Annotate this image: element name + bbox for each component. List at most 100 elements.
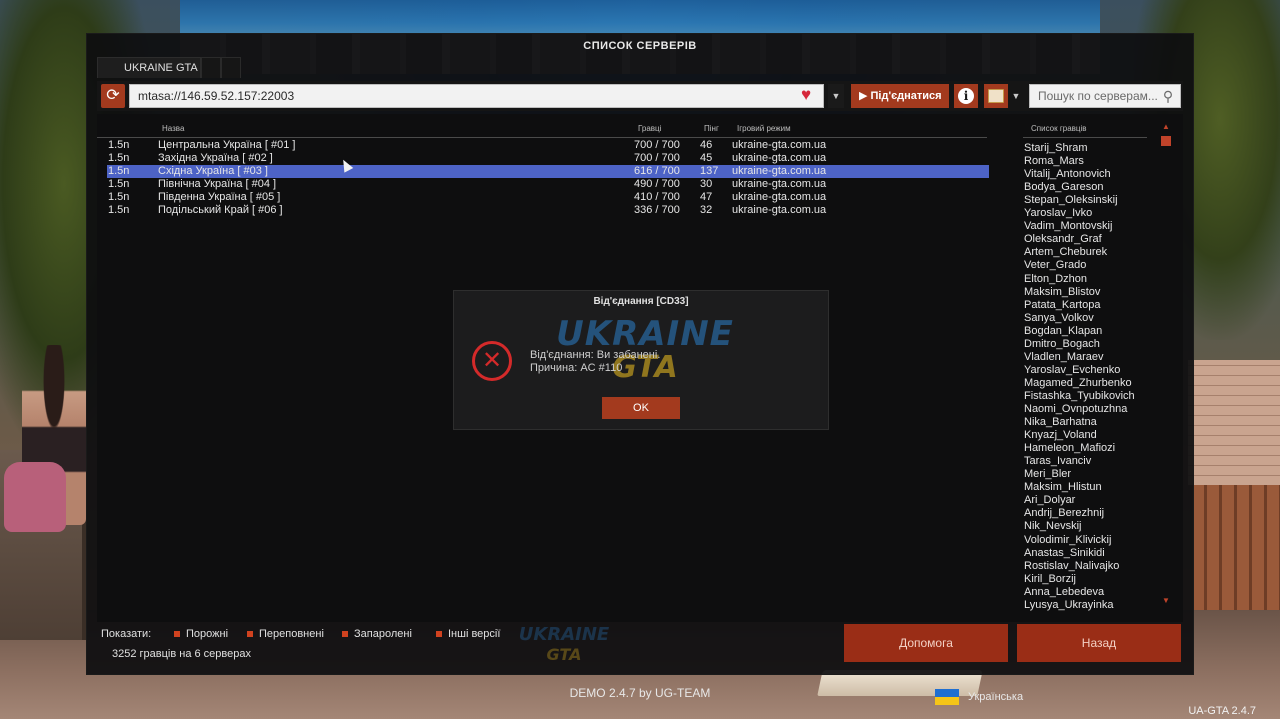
server-row-selected[interactable]: 1.5n Східна Україна [ #03 ] 616 / 700 13…: [107, 165, 989, 178]
scroll-up-arrow-icon[interactable]: ▲: [1161, 122, 1171, 132]
player-name[interactable]: Anastas_Sinikidi: [1024, 547, 1105, 560]
filters-label: Показати:: [101, 628, 152, 640]
open-dropdown-button[interactable]: ▼: [1010, 84, 1022, 108]
player-name[interactable]: Elton_Dzhon: [1024, 273, 1087, 286]
server-version: 1.5n: [108, 191, 130, 203]
player-name[interactable]: Magamed_Zhurbenko: [1024, 377, 1132, 390]
player-name[interactable]: Maksim_Blistov: [1024, 286, 1100, 299]
players-scrollbar[interactable]: ▲ ▼: [1161, 122, 1171, 606]
player-name[interactable]: Naomi_Ovnpotuzhna: [1024, 403, 1127, 416]
search-icon[interactable]: ⚲: [1160, 88, 1176, 104]
server-players: 410 / 700: [634, 191, 680, 203]
players-list: Список гравців Starij_Shram Roma_Mars Vita…: [1023, 124, 1147, 618]
scroll-down-arrow-icon[interactable]: ▼: [1161, 596, 1171, 606]
heart-icon[interactable]: ♥: [795, 84, 817, 106]
server-ping: 47: [700, 191, 713, 203]
ok-button[interactable]: OK: [602, 397, 680, 419]
server-row[interactable]: 1.5n Західна Україна [ #02 ] 700 / 700 4…: [107, 152, 989, 165]
player-name[interactable]: Taras_Ivanciv: [1024, 455, 1091, 468]
player-name[interactable]: Vitalij_Antonovich: [1024, 168, 1111, 181]
player-name[interactable]: Anna_Lebedeva: [1024, 586, 1104, 599]
player-name[interactable]: Volodimir_Klivickij: [1024, 534, 1111, 547]
info-icon: i: [958, 88, 974, 104]
player-name[interactable]: Artem_Cheburek: [1024, 246, 1107, 259]
search-placeholder: Пошук по серверам...: [1038, 89, 1158, 103]
back-button[interactable]: Назад: [1017, 624, 1181, 662]
scroll-thumb[interactable]: [1161, 136, 1171, 146]
server-row[interactable]: 1.5n Центральна Україна [ #01 ] 700 / 70…: [107, 139, 989, 152]
filter-passworded-checkbox[interactable]: Запаролені: [342, 628, 412, 640]
player-name[interactable]: Fistashka_Tyubikovich: [1024, 390, 1135, 403]
language-selector[interactable]: Українська: [968, 691, 1023, 703]
column-ping[interactable]: Пінг: [704, 124, 719, 133]
dialog-message-line-1: Від'єднання: Ви забанені.: [530, 349, 661, 361]
info-button[interactable]: i: [954, 84, 978, 108]
server-ping: 30: [700, 178, 713, 190]
player-name[interactable]: Sanya_Volkov: [1024, 312, 1094, 325]
column-players[interactable]: Гравці: [638, 124, 661, 133]
server-row[interactable]: 1.5n Північна Україна [ #04 ] 490 / 700 …: [107, 178, 989, 191]
player-name[interactable]: Stepan_Oleksinskij: [1024, 194, 1118, 207]
player-name[interactable]: Oleksandr_Graf: [1024, 233, 1102, 246]
player-name[interactable]: Yaroslav_Ivko: [1024, 207, 1092, 220]
server-row[interactable]: 1.5n Подільський Край [ #06 ] 336 / 700 …: [107, 204, 989, 217]
player-name[interactable]: Bogdan_Klapan: [1024, 325, 1102, 338]
server-ping: 45: [700, 152, 713, 164]
server-name: Подільський Край [ #06 ]: [158, 204, 283, 216]
column-gamemode[interactable]: Ігровий режим: [737, 124, 791, 133]
server-ping: 32: [700, 204, 713, 216]
server-gamemode: ukraine-gta.com.ua: [732, 139, 827, 151]
tab-empty-2[interactable]: [221, 57, 241, 78]
filter-full-checkbox[interactable]: Переповнені: [247, 628, 324, 640]
server-version: 1.5n: [108, 178, 130, 190]
tab-ukraine-gta[interactable]: UKRAINE GTA: [97, 57, 201, 78]
player-name[interactable]: Rostislav_Nalivajko: [1024, 560, 1119, 573]
build-label: UA-GTA 2.4.7: [1188, 705, 1256, 717]
refresh-button[interactable]: ⟳: [101, 84, 125, 108]
player-name[interactable]: Ari_Dolyar: [1024, 494, 1075, 507]
player-name[interactable]: Knyazj_Voland: [1024, 429, 1097, 442]
dialog-message: Від'єднання: Ви забанені. Причина: AC #1…: [530, 349, 660, 375]
player-name[interactable]: Yaroslav_Evchenko: [1024, 364, 1120, 377]
player-name[interactable]: Nik_Nevskij: [1024, 520, 1081, 533]
address-dropdown-button[interactable]: ▼: [828, 84, 844, 108]
player-name[interactable]: Kiril_Borzij: [1024, 573, 1076, 586]
open-button[interactable]: [984, 84, 1008, 108]
player-name[interactable]: Vadim_Montovskij: [1024, 220, 1112, 233]
server-list-header: Назва Гравці Пінг Ігровий режим: [97, 124, 987, 138]
player-name[interactable]: Maksim_Hlistun: [1024, 481, 1102, 494]
tab-empty-1[interactable]: [201, 57, 221, 78]
server-players: 490 / 700: [634, 178, 680, 190]
player-name[interactable]: Vladlen_Maraev: [1024, 351, 1104, 364]
player-name[interactable]: Andrij_Berezhnij: [1024, 507, 1104, 520]
footer-logo-line-2: GTA: [546, 645, 582, 664]
player-name[interactable]: Dmitro_Bogach: [1024, 338, 1100, 351]
connect-button[interactable]: ▶ Під'єднатися: [851, 84, 949, 108]
background-bag: [4, 462, 66, 532]
server-row[interactable]: 1.5n Південна Україна [ #05 ] 410 / 700 …: [107, 191, 989, 204]
player-name[interactable]: Bodya_Gareson: [1024, 181, 1104, 194]
player-name[interactable]: Nika_Barhatna: [1024, 416, 1097, 429]
server-gamemode: ukraine-gta.com.ua: [732, 204, 827, 216]
address-input[interactable]: mtasa://146.59.52.157:22003: [129, 84, 824, 108]
server-ping: 46: [700, 139, 713, 151]
player-name[interactable]: Hameleon_Mafiozi: [1024, 442, 1115, 455]
server-name: Східна Україна [ #03 ]: [158, 165, 268, 177]
filter-empty-checkbox[interactable]: Порожні: [174, 628, 228, 640]
player-name[interactable]: Starij_Shram: [1024, 142, 1088, 155]
server-ping: 137: [700, 165, 719, 177]
server-name: Північна Україна [ #04 ]: [158, 178, 277, 190]
filter-other-versions-checkbox[interactable]: Інші версії: [436, 628, 500, 640]
player-name[interactable]: Patata_Kartopa: [1024, 299, 1100, 312]
player-name[interactable]: Roma_Mars: [1024, 155, 1084, 168]
server-name: Південна Україна [ #05 ]: [158, 191, 281, 203]
player-name[interactable]: Meri_Bler: [1024, 468, 1071, 481]
column-name[interactable]: Назва: [162, 124, 184, 133]
search-input[interactable]: Пошук по серверам... ⚲: [1029, 84, 1181, 108]
player-name[interactable]: Veter_Grado: [1024, 259, 1086, 272]
ukraine-flag-icon[interactable]: [935, 689, 959, 705]
version-label: DEMO 2.4.7 by UG-TEAM: [569, 686, 711, 700]
server-gamemode: ukraine-gta.com.ua: [732, 165, 827, 177]
help-button[interactable]: Допомога: [844, 624, 1008, 662]
player-name[interactable]: Lyusya_Ukrayinka: [1024, 599, 1113, 612]
